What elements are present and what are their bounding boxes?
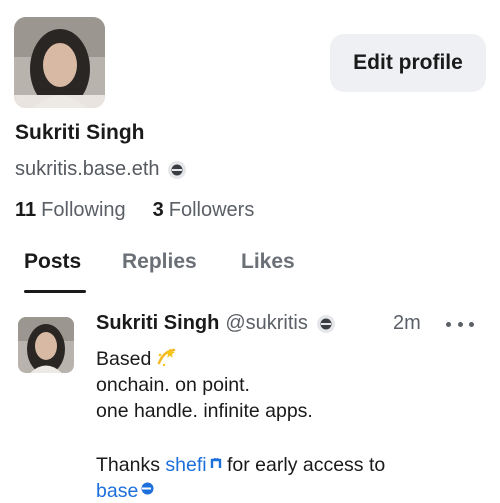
base-circle-icon [316, 314, 335, 333]
tab-likes[interactable]: Likes [241, 250, 295, 274]
tab-replies[interactable]: Replies [122, 250, 197, 274]
post-author-handle[interactable]: @sukritis [225, 312, 308, 335]
post-text: Thanks [96, 454, 160, 476]
post-author-name[interactable]: Sukriti Singh [96, 312, 219, 335]
followers-stat[interactable]: 3 Followers [153, 199, 255, 222]
following-label: Following [41, 199, 126, 221]
edit-profile-button[interactable]: Edit profile [330, 34, 486, 92]
post-timestamp: 2m [393, 312, 421, 334]
base-circle-icon [167, 160, 186, 179]
follow-stats: 11 Following 3 Followers [15, 199, 254, 222]
profile-basename-row: sukritis.base.eth [15, 158, 186, 181]
post-line: one handle. infinite apps. [96, 400, 313, 422]
post-text: Based [96, 348, 152, 370]
profile-tabs: Posts Replies Likes [0, 246, 500, 294]
following-count: 11 [15, 199, 37, 221]
channel-icon [210, 450, 222, 476]
base-link[interactable]: base [96, 480, 138, 502]
followers-count: 3 [152, 199, 164, 221]
sparkle-icon [155, 346, 177, 375]
more-options-icon[interactable] [446, 317, 474, 331]
post-author-avatar[interactable] [18, 317, 74, 373]
post-header: Sukriti Singh @sukritis [96, 312, 335, 335]
profile-display-name: Sukriti Singh [15, 121, 145, 144]
base-logo-icon [141, 476, 154, 502]
avatar-photo [14, 17, 105, 108]
post-line: base [96, 476, 385, 502]
post-line: Thanks shefi for early access to [96, 450, 385, 476]
active-tab-indicator [24, 290, 86, 293]
post-line: onchain. on point. [96, 374, 250, 396]
profile-avatar[interactable] [14, 17, 105, 108]
tab-posts[interactable]: Posts [24, 250, 81, 274]
followers-label: Followers [168, 199, 255, 221]
post-item[interactable]: Sukriti Singh @sukritis 2m Based onchain… [0, 308, 500, 503]
post-body: Based onchain. on point. one handle. inf… [96, 346, 385, 502]
post-text: for early access to [227, 454, 386, 476]
post-line: Based [96, 346, 385, 372]
mention-link[interactable]: shefi [165, 454, 206, 476]
avatar-photo [18, 317, 74, 373]
profile-basename: sukritis.base.eth [15, 158, 160, 180]
following-stat[interactable]: 11 Following [15, 199, 126, 222]
